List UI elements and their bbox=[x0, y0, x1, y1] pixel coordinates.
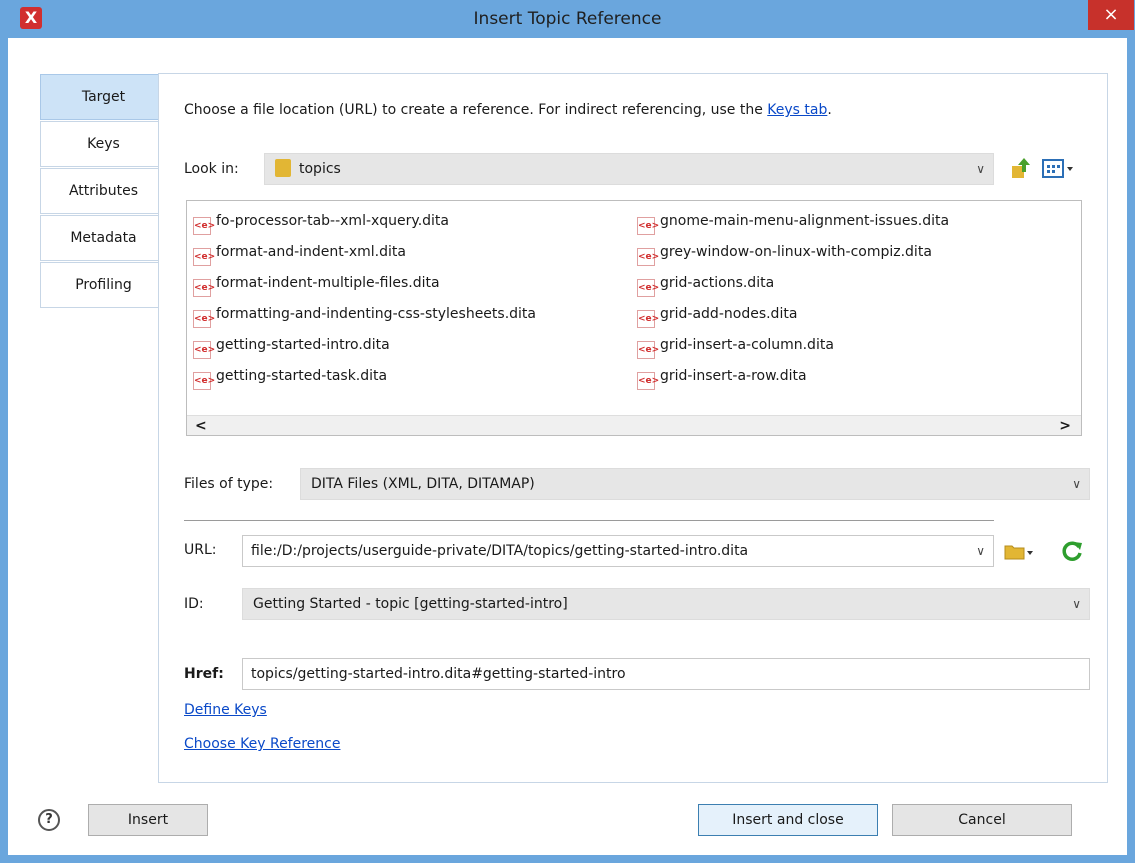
dita-file-icon: <e> bbox=[193, 341, 215, 359]
dialog-content: Target Keys Attributes Metadata Profilin… bbox=[8, 38, 1127, 855]
instructions-text: Choose a file location (URL) to create a… bbox=[184, 102, 832, 118]
chevron-down-icon[interactable]: ∨ bbox=[976, 536, 985, 566]
title-bar: X Insert Topic Reference × bbox=[0, 0, 1135, 38]
dialog-window: X Insert Topic Reference × Target Keys A… bbox=[0, 0, 1135, 863]
chevron-down-icon: ∨ bbox=[1072, 477, 1081, 491]
close-button[interactable]: × bbox=[1088, 0, 1134, 30]
file-list[interactable]: <e>fo-processor-tab--xml-xquery.dita <e>… bbox=[186, 200, 1082, 436]
keys-tab-link[interactable]: Keys tab bbox=[767, 102, 827, 118]
id-label: ID: bbox=[184, 596, 204, 612]
view-menu-icon[interactable] bbox=[1042, 158, 1078, 180]
dita-file-icon: <e> bbox=[193, 217, 215, 235]
define-keys-link[interactable]: Define Keys bbox=[184, 702, 267, 718]
browse-folder-icon[interactable] bbox=[1004, 542, 1034, 562]
href-field[interactable]: topics/getting-started-intro.dita#gettin… bbox=[242, 658, 1090, 690]
dita-file-icon: <e> bbox=[193, 310, 215, 328]
dita-file-icon: <e> bbox=[637, 279, 659, 297]
insert-and-close-button[interactable]: Insert and close bbox=[698, 804, 878, 836]
list-item[interactable]: <e>grid-insert-a-row.dita bbox=[637, 364, 807, 390]
files-of-type-label: Files of type: bbox=[184, 476, 274, 492]
refresh-icon[interactable] bbox=[1060, 539, 1084, 563]
up-folder-icon[interactable] bbox=[1010, 156, 1032, 180]
insert-button[interactable]: Insert bbox=[88, 804, 208, 836]
scroll-right-icon[interactable]: > bbox=[1059, 416, 1071, 436]
dita-file-icon: <e> bbox=[193, 279, 215, 297]
scroll-left-icon[interactable]: < bbox=[195, 416, 207, 436]
list-item[interactable]: <e>gnome-main-menu-alignment-issues.dita bbox=[637, 209, 949, 235]
dita-file-icon: <e> bbox=[637, 248, 659, 266]
dita-file-icon: <e> bbox=[637, 341, 659, 359]
url-label: URL: bbox=[184, 542, 217, 558]
list-item[interactable]: <e>grid-add-nodes.dita bbox=[637, 302, 797, 328]
tab-metadata[interactable]: Metadata bbox=[40, 215, 166, 261]
look-in-combo[interactable]: topics ∨ bbox=[264, 153, 994, 185]
dita-file-icon: <e> bbox=[637, 217, 659, 235]
chevron-down-icon: ∨ bbox=[1072, 597, 1081, 611]
horizontal-scrollbar[interactable]: < > bbox=[187, 415, 1081, 435]
files-of-type-combo[interactable]: DITA Files (XML, DITA, DITAMAP) ∨ bbox=[300, 468, 1090, 500]
list-item[interactable]: <e>grey-window-on-linux-with-compiz.dita bbox=[637, 240, 932, 266]
tab-target[interactable]: Target bbox=[40, 74, 166, 120]
chevron-down-icon: ∨ bbox=[976, 162, 985, 176]
choose-key-reference-link[interactable]: Choose Key Reference bbox=[184, 736, 340, 752]
list-item[interactable]: <e>fo-processor-tab--xml-xquery.dita bbox=[193, 209, 449, 235]
folder-icon bbox=[275, 159, 291, 177]
tab-keys[interactable]: Keys bbox=[40, 121, 166, 167]
help-icon[interactable]: ? bbox=[38, 809, 60, 831]
dita-file-icon: <e> bbox=[637, 372, 659, 390]
id-combo[interactable]: Getting Started - topic [getting-started… bbox=[242, 588, 1090, 620]
list-item[interactable]: <e>getting-started-task.dita bbox=[193, 364, 387, 390]
look-in-label: Look in: bbox=[184, 161, 239, 177]
dita-file-icon: <e> bbox=[193, 372, 215, 390]
list-item[interactable]: <e>grid-actions.dita bbox=[637, 271, 774, 297]
separator bbox=[184, 520, 994, 521]
url-field[interactable]: file:/D:/projects/userguide-private/DITA… bbox=[242, 535, 994, 567]
tab-profiling[interactable]: Profiling bbox=[40, 262, 166, 308]
list-item[interactable]: <e>grid-insert-a-column.dita bbox=[637, 333, 834, 359]
href-label: Href: bbox=[184, 666, 224, 682]
tab-attributes[interactable]: Attributes bbox=[40, 168, 166, 214]
list-item[interactable]: <e>formatting-and-indenting-css-styleshe… bbox=[193, 302, 536, 328]
dita-file-icon: <e> bbox=[193, 248, 215, 266]
window-title: Insert Topic Reference bbox=[473, 9, 662, 29]
list-item[interactable]: <e>format-indent-multiple-files.dita bbox=[193, 271, 440, 297]
cancel-button[interactable]: Cancel bbox=[892, 804, 1072, 836]
list-item[interactable]: <e>getting-started-intro.dita bbox=[193, 333, 390, 359]
dita-file-icon: <e> bbox=[637, 310, 659, 328]
list-item[interactable]: <e>format-and-indent-xml.dita bbox=[193, 240, 406, 266]
